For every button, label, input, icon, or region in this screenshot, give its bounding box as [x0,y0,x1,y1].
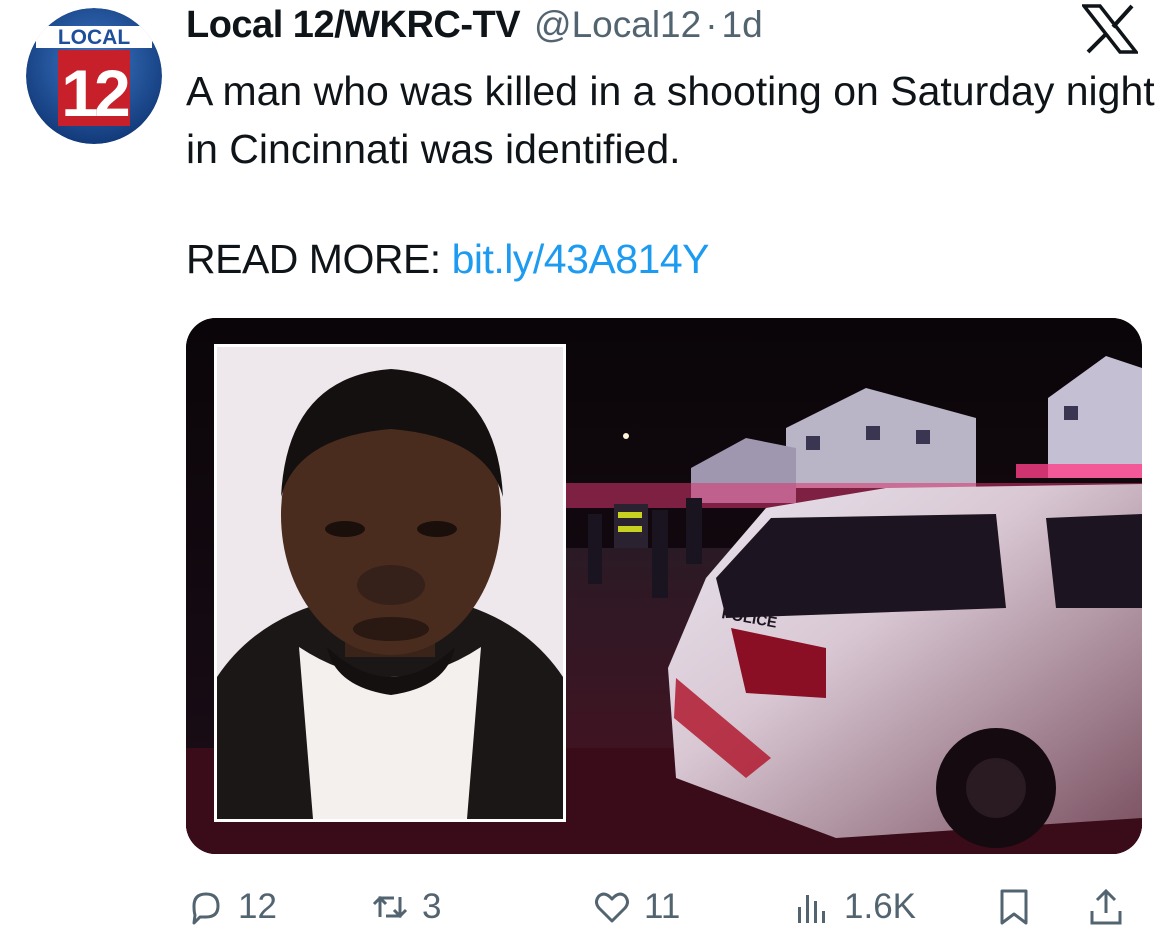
timestamp[interactable]: 1d [722,4,763,46]
share-button[interactable] [1086,880,1126,934]
bookmark-icon [1000,889,1028,925]
read-more-line: READ MORE: bit.ly/43A814Y [186,236,710,283]
repost-button[interactable]: 3 [370,880,441,934]
reply-icon [192,892,220,925]
repost-icon [372,895,408,919]
reply-button[interactable]: 12 [186,880,277,934]
reply-count: 12 [238,887,277,926]
views-button[interactable]: 1.6K [792,880,916,934]
tweet-text: A man who was killed in a shooting on Sa… [186,68,1155,172]
display-name[interactable]: Local 12/WKRC-TV [186,4,521,47]
tweet-header: Local 12/WKRC-TV @Local12 · 1d [186,4,763,54]
views-bar-chart-icon [798,895,825,923]
article-link[interactable]: bit.ly/43A814Y [452,236,710,282]
bookmark-button[interactable] [994,880,1034,934]
like-button[interactable]: 11 [592,880,680,934]
share-icon [1090,888,1122,925]
local12-logo: LOCAL 12 [26,8,162,144]
logo-top-text: LOCAL [58,26,130,49]
read-more-label: READ MORE: [186,236,452,282]
user-handle[interactable]: @Local12 [534,4,701,46]
tweet-actions-bar: 12 3 11 1.6K [186,880,1142,934]
like-count: 11 [644,887,681,926]
mugshot-photo [214,344,566,822]
tweet-media-image[interactable]: POLICE [186,318,1142,854]
repost-count: 3 [422,887,442,926]
heart-icon [595,892,629,923]
separator-dot: · [705,4,718,45]
x-logo-icon [1082,4,1138,54]
view-count: 1.6K [844,887,916,926]
logo-number: 12 [61,56,129,130]
profile-avatar[interactable]: LOCAL 12 [26,8,162,144]
